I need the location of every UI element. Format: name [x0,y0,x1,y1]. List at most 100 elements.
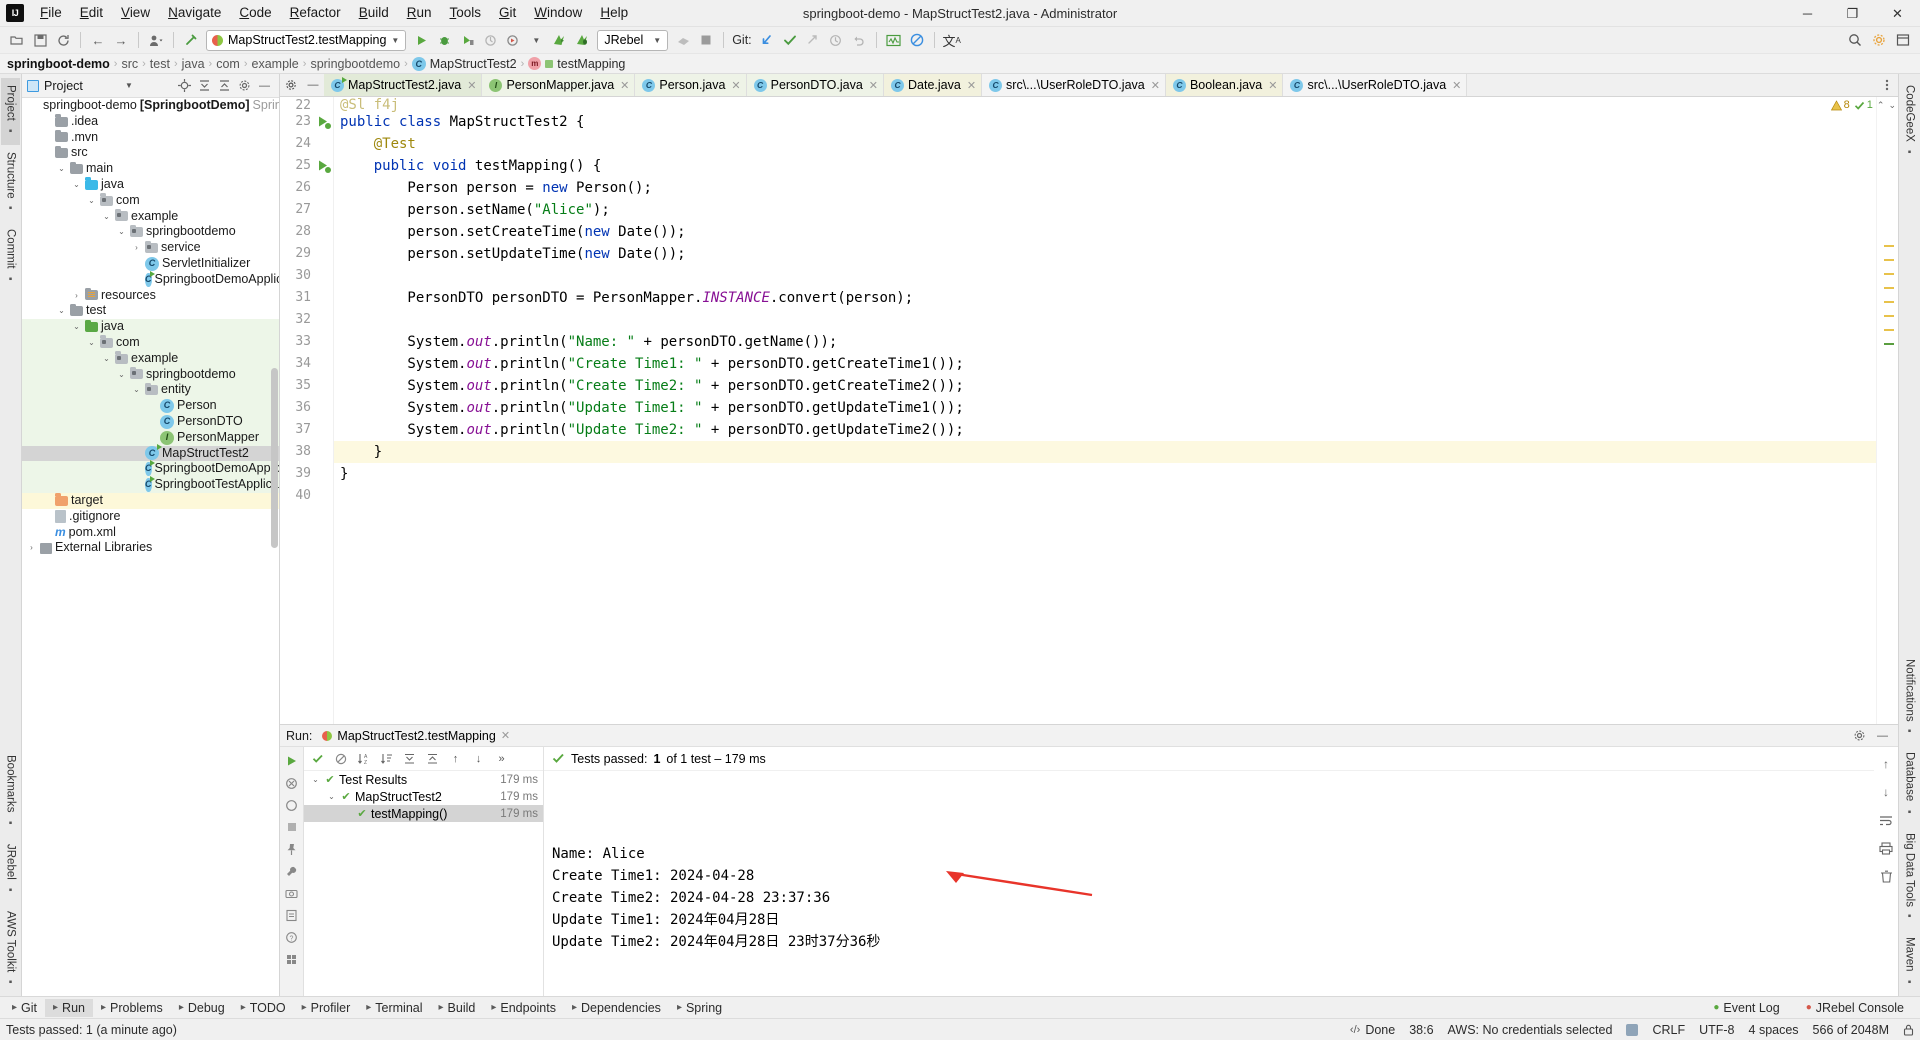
close-icon[interactable]: ✕ [501,729,510,742]
code-line[interactable]: person.setName("Alice"); [334,199,1876,221]
test-tree-row[interactable]: ✔ testMapping() 179 ms [304,805,543,822]
tree-expand-arrow[interactable]: ⌄ [116,367,127,383]
hide-passed-icon[interactable] [331,749,350,768]
tree-node[interactable]: C MapStructTest2 [22,444,279,462]
rail-item-bigdatatools[interactable]: Big Data Tools ▪ [1900,826,1919,931]
editor-tab[interactable]: I PersonMapper.java ✕ [482,74,636,96]
tree-node[interactable]: CSpringbootDemoApplication [22,270,279,288]
chevron-down-icon[interactable]: ▼ [525,30,547,51]
tree-expand-arrow[interactable]: ⌄ [116,224,127,240]
code-line[interactable]: public void testMapping() { [334,155,1876,177]
tree-node[interactable]: I PersonMapper [22,429,279,446]
tree-node[interactable]: m pom.xml [22,525,279,541]
breadcrumb-item-example[interactable]: example [249,57,302,71]
rail-item-project[interactable]: Project ▪ [1,78,20,145]
status-lock-icon[interactable] [1903,1024,1914,1036]
tree-node[interactable]: .idea [22,114,279,130]
tree-node[interactable]: ⌄ entity [22,382,279,399]
status-566-of-2048m[interactable]: 566 of 2048M [1813,1023,1889,1037]
gutter-line-number[interactable]: 27 [280,199,333,221]
menu-item-git[interactable]: Git [490,2,525,24]
profile-icon[interactable] [145,30,167,51]
breadcrumb-item-springbootdemo[interactable]: springbootdemo [307,57,403,71]
breadcrumb-item-test[interactable]: test [147,57,173,71]
status-aws-status-icon[interactable] [1626,1023,1639,1036]
gutter-line-number[interactable]: 34 [280,353,333,375]
editor-area[interactable]: 22 23 24 25 26 27 28 29 30 31 32 33 34 35 36 37 38 39 40 @… [280,97,1898,724]
rail-item-jrebel[interactable]: JRebel ▪ [1,837,20,904]
code-line[interactable]: System.out.println("Name: " + personDTO.… [334,331,1876,353]
chevron-down-icon[interactable]: ▼ [125,81,133,90]
status-done[interactable]: ‹/› Done [1350,1023,1395,1037]
prev-test-icon[interactable]: ↑ [446,749,465,768]
menu-item-file[interactable]: File [31,2,71,24]
tree-node[interactable]: › External Libraries [22,540,279,556]
test-tree-row[interactable]: ⌄ ✔ MapStructTest2 179 ms [304,788,543,805]
breadcrumb-item-com[interactable]: com [213,57,243,71]
gutter-line-number[interactable]: 39 [280,463,333,485]
menu-item-edit[interactable]: Edit [71,2,112,24]
rail-item-awstoolkit[interactable]: AWS Toolkit ▪ [1,904,20,996]
code-line[interactable]: } [334,463,1876,485]
code-line[interactable]: @Test [334,133,1876,155]
tree-node[interactable]: .mvn [22,130,279,146]
tree-node[interactable]: C PersonDTO [22,413,279,430]
tree-node[interactable]: ⌄ springbootdemo [22,366,279,383]
breadcrumb-item-testmapping[interactable]: m testMapping [525,57,628,71]
code-line[interactable]: } [334,441,1876,463]
rail-item-codegeex[interactable]: CodeGeeX ▪ [1900,78,1919,166]
no-entry-icon[interactable] [906,30,928,51]
breadcrumb-item-mapstructtest2[interactable]: C MapStructTest2 [409,56,520,71]
tree-node[interactable]: ⌄ example [22,209,279,225]
tree-expand-arrow[interactable]: ⌄ [326,792,337,801]
code-line[interactable] [334,309,1876,331]
code-line[interactable]: System.out.println("Create Time1: " + pe… [334,353,1876,375]
sync-icon[interactable] [52,30,74,51]
editor-tab[interactable]: C PersonDTO.java ✕ [746,74,885,96]
run-coverage-icon[interactable] [456,30,478,51]
tree-node[interactable]: ⌄ java [22,177,279,193]
settings-gear-icon[interactable] [1868,30,1890,51]
code-line[interactable]: public class MapStructTest2 { [334,111,1876,133]
gutter-line-number[interactable]: 36 [280,397,333,419]
status-38-6[interactable]: 38:6 [1409,1023,1433,1037]
code-line[interactable]: System.out.println("Create Time2: " + pe… [334,375,1876,397]
push-icon[interactable] [802,30,824,51]
tool-strip-profiler[interactable]: ▸ Profiler [294,999,359,1017]
hide-icon[interactable]: — [255,76,274,95]
breadcrumb-item-src[interactable]: src [118,57,141,71]
jrebel-run-icon[interactable] [548,30,570,51]
tree-expand-arrow[interactable]: ⌄ [101,209,112,225]
tree-node[interactable]: › service [22,240,279,256]
close-icon[interactable]: ✕ [1452,79,1461,92]
back-arrow-icon[interactable]: ← [87,30,109,51]
menu-item-help[interactable]: Help [591,2,637,24]
editor-tab[interactable]: C Boolean.java ✕ [1165,74,1284,96]
tree-node[interactable]: ⌄ com [22,334,279,351]
hide-icon[interactable]: — [1873,726,1892,745]
maximize-button[interactable]: ❐ [1830,0,1875,27]
rerun-icon[interactable] [282,751,302,771]
run-panel-tab[interactable]: MapStructTest2.testMapping ✕ [318,729,514,743]
console-output[interactable]: Name: Alice Create Time1: 2024-04-28 Creat… [544,771,1874,996]
tool-strip-run[interactable]: ▸ Run [45,998,93,1017]
gutter-line-number[interactable]: 23 [280,111,333,133]
code-line[interactable]: System.out.println("Update Time2: " + pe… [334,419,1876,441]
breadcrumb-item-springbootdemo[interactable]: springboot-demo [4,57,113,71]
menu-item-view[interactable]: View [112,2,159,24]
commit-icon[interactable] [779,30,801,51]
pin-tab-icon[interactable] [282,839,302,859]
tree-node[interactable]: ⌄ main [22,161,279,177]
gutter-line-number[interactable]: 25 [280,155,333,177]
editor-tab[interactable]: C Date.java ✕ [884,74,983,96]
tool-strip-git[interactable]: ▸ Git [4,999,45,1017]
sort-alpha-icon[interactable]: AZ [354,749,373,768]
more-icon[interactable]: » [492,749,511,768]
menu-item-window[interactable]: Window [525,2,591,24]
tree-expand-arrow[interactable]: › [71,288,82,304]
sort-duration-icon[interactable] [377,749,396,768]
code-line[interactable]: person.setUpdateTime(new Date()); [334,243,1876,265]
code-line[interactable]: Person person = new Person(); [334,177,1876,199]
collapse-all-icon[interactable] [215,76,234,95]
scroll-down-icon[interactable]: ↓ [1877,783,1895,801]
